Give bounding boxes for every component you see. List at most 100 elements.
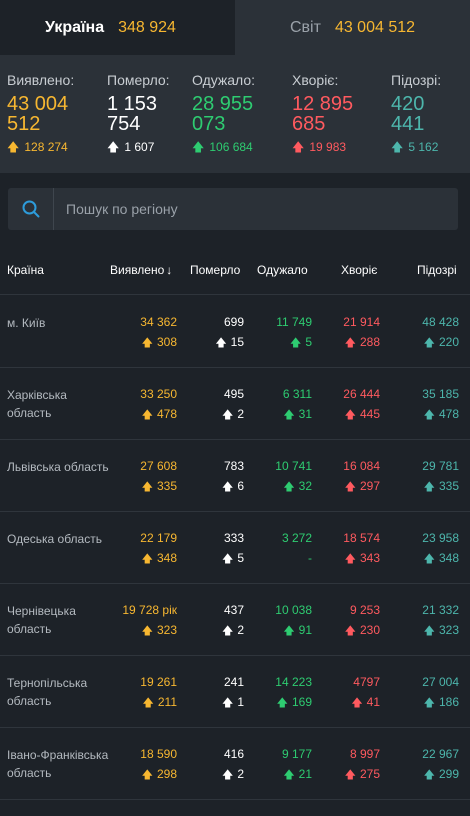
stat-suspected-label: Підозрі:: [391, 72, 442, 88]
stat-sick-delta: 🡅 19 983: [292, 140, 353, 154]
confirmed-delta-value: 335: [156, 479, 177, 493]
sick-delta-value: 343: [359, 551, 380, 565]
arrow-up-icon: 🡅: [423, 769, 435, 781]
confirmed-value: 22 179: [140, 531, 177, 545]
suspected-value: 21 332: [422, 603, 459, 617]
stat-recovered-delta-value: 106 684: [209, 140, 253, 154]
suspected-delta-value: 323: [438, 623, 459, 637]
table-row[interactable]: Тернопільська область 19 261 🡅 211 241 🡅 1 14 2…: [0, 656, 470, 728]
stat-confirmed-delta-value: 128 274: [24, 140, 68, 154]
header-recovered[interactable]: Одужало: [257, 263, 308, 277]
deaths-delta-value: 2: [237, 407, 244, 421]
confirmed-delta: 🡅 298: [142, 767, 177, 782]
sick-value: 9 253: [349, 603, 380, 617]
header-confirmed[interactable]: Виявлено ↓: [110, 263, 172, 277]
arrow-up-icon: 🡅: [344, 625, 356, 637]
arrow-up-icon: 🡅: [142, 697, 154, 709]
deaths-delta: 🡅 1: [222, 695, 244, 710]
arrow-up-icon: 🡅: [283, 409, 295, 421]
stat-recovered-delta: 🡅 106 684: [192, 140, 255, 154]
stat-sick-value: 12 895 685: [292, 94, 353, 134]
arrow-up-icon: 🡅: [222, 625, 234, 637]
confirmed-delta: 🡅 308: [142, 335, 177, 350]
deaths-delta: 🡅 2: [222, 623, 244, 638]
table-row[interactable]: Чернівецька область 19 728 рік 🡅 323 437 🡅 2 10…: [0, 584, 470, 656]
suspected-delta: 🡅 335: [424, 479, 459, 494]
deaths-delta: 🡅 2: [222, 767, 244, 782]
recovered-value: 11 749: [276, 315, 312, 329]
confirmed-delta-value: 478: [156, 407, 177, 421]
sick-value: 8 997: [349, 747, 380, 761]
deaths-delta-value: 2: [237, 623, 244, 637]
tab-world[interactable]: Світ 43 004 512: [235, 0, 470, 55]
arrow-up-icon: 🡅: [107, 140, 120, 154]
recovered-delta-value: 169: [291, 695, 312, 709]
suspected-delta: 🡅 478: [424, 407, 459, 422]
stat-suspected-value: 420 441: [391, 94, 441, 134]
recovered-delta: 🡅 169: [277, 695, 312, 710]
deaths-delta: 🡅 5: [222, 551, 244, 566]
header-country[interactable]: Країна: [7, 263, 44, 277]
confirmed-delta-value: 348: [156, 551, 177, 565]
deaths-delta: 🡅 2: [222, 407, 244, 422]
suspected-delta-value: 335: [438, 479, 459, 493]
suspected-delta-value: 220: [438, 335, 459, 349]
arrow-up-icon: 🡅: [192, 140, 205, 154]
tab-ukraine[interactable]: Україна 348 924: [0, 0, 235, 55]
stat-confirmed-delta: 🡅 128 274: [7, 140, 74, 154]
table-row[interactable]: Івано-Франківська область 18 590 🡅 298 416 🡅 2…: [0, 728, 470, 800]
deaths-value: 416: [223, 747, 244, 761]
region-name: Харківська область: [7, 388, 67, 420]
sick-delta-value: 445: [359, 407, 380, 421]
recovered-delta-value: -: [308, 551, 312, 565]
sick-delta: 🡅 275: [345, 767, 380, 782]
table-row[interactable]: м. Київ 34 362 🡅 308 699 🡅 15 11 749 🡅 5 21 914 🡅 28…: [0, 296, 470, 368]
sick-delta: 🡅 230: [345, 623, 380, 638]
recovered-value: 9 177: [281, 747, 312, 761]
arrow-up-icon: 🡅: [215, 337, 227, 349]
stat-deaths-value: 1 153 754: [107, 94, 170, 134]
arrow-up-icon: 🡅: [222, 409, 234, 421]
arrow-up-icon: 🡅: [290, 337, 302, 349]
stat-confirmed-label: Виявлено:: [7, 72, 75, 88]
confirmed-delta: 🡅 348: [142, 551, 177, 566]
header-deaths[interactable]: Померло: [190, 263, 240, 277]
stat-suspected-delta: 🡅 5 162: [391, 140, 441, 154]
arrow-up-icon: 🡅: [423, 697, 435, 709]
search-input[interactable]: [54, 188, 458, 230]
stat-deaths-value-line2: 754: [107, 113, 141, 135]
region-name: Чернівецька область: [7, 604, 76, 636]
table-row[interactable]: Одеська область 22 179 🡅 348 333 🡅 5 3 272-18 5…: [0, 512, 470, 584]
table-row[interactable]: Харківська область 33 250 🡅 478 495 🡅 2 6 311 🡅 3…: [0, 368, 470, 440]
stat-deaths-delta: 🡅 1 607: [107, 140, 170, 154]
stat-deaths: Померло: 1 153 754 🡅 1 607: [107, 72, 170, 154]
recovered-value: 3 272: [281, 531, 312, 545]
suspected-value: 22 967: [422, 747, 459, 761]
sick-delta-value: 41: [366, 695, 380, 709]
suspected-value: 48 428: [422, 315, 459, 329]
arrow-up-icon: 🡅: [141, 625, 153, 637]
tab-ukraine-count: 348 924: [118, 18, 176, 36]
header-suspected[interactable]: Підозрі: [417, 263, 457, 277]
stat-deaths-label: Померло:: [107, 72, 170, 88]
confirmed-value: 27 608: [140, 459, 177, 473]
deaths-value: 699: [223, 315, 244, 329]
stat-recovered-value-line2: 073: [192, 113, 226, 135]
suspected-delta-value: 299: [438, 767, 459, 781]
header-sick[interactable]: Хворіє: [341, 263, 377, 277]
arrow-up-icon: 🡅: [141, 409, 153, 421]
suspected-delta: 🡅 220: [424, 335, 459, 350]
confirmed-delta-value: 298: [156, 767, 177, 781]
stat-sick-value-line1: 12 895: [292, 93, 354, 115]
table-row[interactable]: Львівська область 27 608 🡅 335 783 🡅 6 10 741 🡅 3…: [0, 440, 470, 512]
recovered-delta-value: 5: [305, 335, 312, 349]
arrow-up-icon: 🡅: [292, 140, 305, 154]
suspected-delta: 🡅 299: [424, 767, 459, 782]
deaths-value: 333: [223, 531, 244, 545]
stat-recovered: Одужало: 28 955 073 🡅 106 684: [192, 72, 255, 154]
suspected-delta-value: 186: [438, 695, 459, 709]
arrow-up-icon: 🡅: [7, 140, 20, 154]
stat-sick-label: Хворіє:: [292, 72, 339, 88]
search-icon[interactable]: [8, 188, 54, 230]
confirmed-delta-value: 308: [156, 335, 177, 349]
